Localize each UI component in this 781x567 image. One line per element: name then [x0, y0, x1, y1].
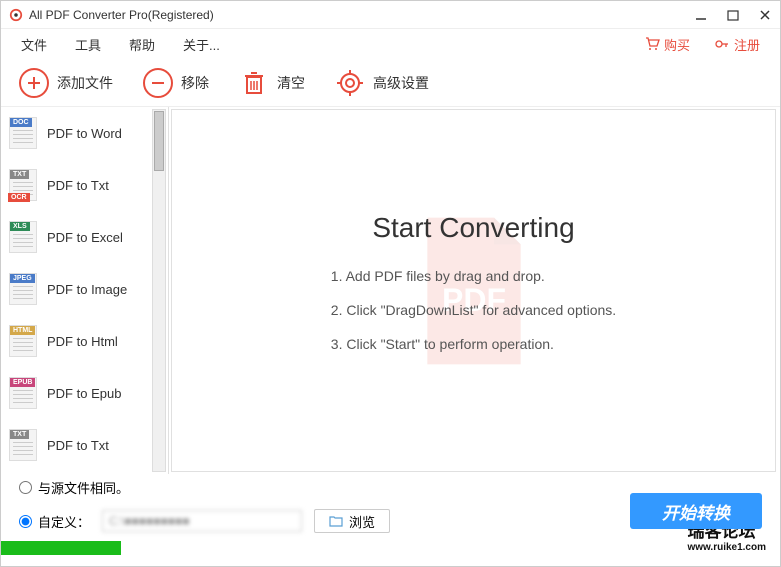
content-area: DOC PDF to Word TXTOCR PDF to Txt XLS PDF to … [1, 107, 780, 474]
custom-radio[interactable] [19, 515, 32, 528]
format-item[interactable]: XLS PDF to Excel [1, 211, 151, 263]
cart-icon [644, 36, 660, 52]
footer: 瑞客论坛 www.ruike1.com [1, 541, 780, 555]
format-label: PDF to Txt [47, 178, 109, 193]
main-drop-area[interactable]: PDF Start Converting 1. Add PDF files by… [171, 109, 776, 472]
same-source-label: 与源文件相同。 [38, 478, 129, 497]
settings-label: 高级设置 [373, 73, 429, 93]
format-file-icon: TXT [9, 429, 37, 461]
format-label: PDF to Word [47, 126, 122, 141]
format-label: PDF to Html [47, 334, 118, 349]
plus-icon [19, 68, 49, 98]
format-file-icon: HTML [9, 325, 37, 357]
menu-help[interactable]: 帮助 [129, 35, 155, 54]
browse-label: 浏览 [349, 512, 375, 531]
remove-label: 移除 [181, 73, 209, 93]
format-item[interactable]: JPEG PDF to Image [1, 263, 151, 315]
format-label: PDF to Txt [47, 438, 109, 453]
format-label: PDF to Excel [47, 230, 123, 245]
step-1: 1. Add PDF files by drag and drop. [331, 268, 616, 284]
format-file-icon: TXTOCR [9, 169, 37, 201]
menu-file[interactable]: 文件 [21, 35, 47, 54]
main-title: Start Converting [372, 212, 574, 244]
add-label: 添加文件 [57, 73, 113, 93]
scroll-thumb[interactable] [154, 111, 164, 171]
buy-label: 购买 [664, 35, 690, 54]
window-title: All PDF Converter Pro(Registered) [29, 8, 694, 22]
format-label: PDF to Epub [47, 386, 121, 401]
format-item[interactable]: TXT PDF to Txt [1, 419, 151, 471]
format-item[interactable]: XMLPDF to XML [1, 471, 151, 474]
format-file-icon: DOC [9, 117, 37, 149]
output-panel: 与源文件相同。 自定义： 浏览 开始转换 [1, 474, 780, 541]
titlebar: All PDF Converter Pro(Registered) [1, 1, 780, 29]
clear-label: 清空 [277, 73, 305, 93]
step-2: 2. Click "DragDownList" for advanced opt… [331, 302, 616, 318]
add-file-button[interactable]: 添加文件 [19, 68, 113, 98]
folder-icon [329, 515, 343, 527]
register-button[interactable]: 注册 [714, 35, 760, 54]
toolbar: 添加文件 移除 清空 高级设置 [1, 59, 780, 107]
trash-icon [239, 68, 269, 98]
start-button[interactable]: 开始转换 [630, 493, 762, 529]
remove-button[interactable]: 移除 [143, 68, 209, 98]
minus-icon [143, 68, 173, 98]
close-button[interactable] [758, 8, 772, 22]
same-source-radio[interactable] [19, 481, 32, 494]
browse-button[interactable]: 浏览 [314, 509, 390, 533]
buy-button[interactable]: 购买 [644, 35, 690, 54]
key-icon [714, 36, 730, 52]
app-icon [9, 8, 23, 22]
format-label: PDF to Image [47, 282, 127, 297]
format-item[interactable]: EPUB PDF to Epub [1, 367, 151, 419]
gear-icon [335, 68, 365, 98]
format-file-icon: JPEG [9, 273, 37, 305]
minimize-button[interactable] [694, 8, 708, 22]
sidebar[interactable]: DOC PDF to Word TXTOCR PDF to Txt XLS PDF to … [1, 107, 169, 474]
path-input[interactable] [102, 510, 302, 532]
format-file-icon: EPUB [9, 377, 37, 409]
settings-button[interactable]: 高级设置 [335, 68, 429, 98]
format-item[interactable]: HTML PDF to Html [1, 315, 151, 367]
menu-about[interactable]: 关于... [183, 35, 220, 54]
format-item[interactable]: TXTOCR PDF to Txt [1, 159, 151, 211]
progress-bar [1, 541, 121, 555]
menu-tools[interactable]: 工具 [75, 35, 101, 54]
format-item[interactable]: DOC PDF to Word [1, 107, 151, 159]
clear-button[interactable]: 清空 [239, 68, 305, 98]
menubar: 文件 工具 帮助 关于... 购买 注册 [1, 29, 780, 59]
format-file-icon: XLS [9, 221, 37, 253]
maximize-button[interactable] [726, 8, 740, 22]
custom-label: 自定义： [38, 512, 90, 531]
scrollbar[interactable] [152, 109, 166, 472]
register-label: 注册 [734, 35, 760, 54]
step-3: 3. Click "Start" to perform operation. [331, 336, 616, 352]
